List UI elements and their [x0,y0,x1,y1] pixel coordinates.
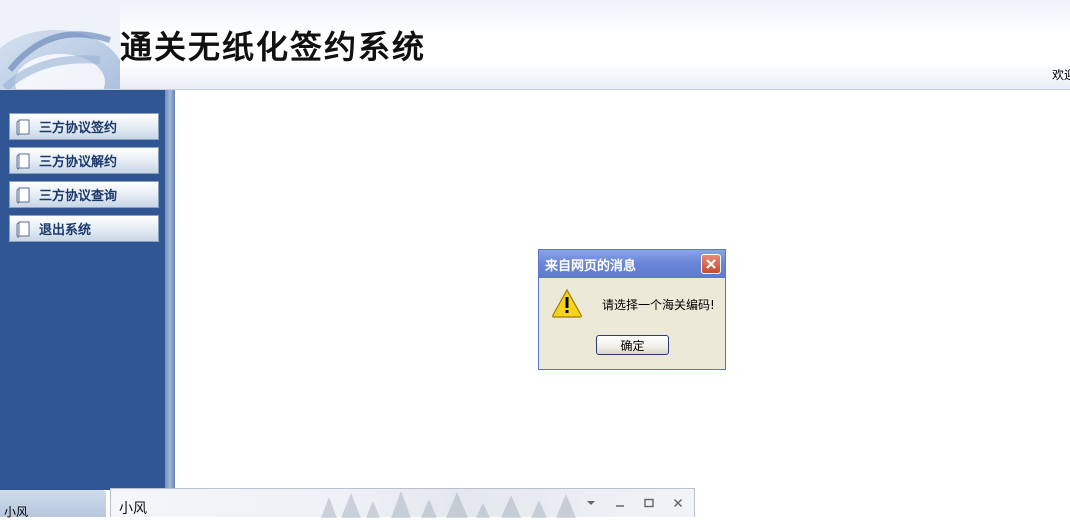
sidebar-item-label: 三方协议解约 [39,155,118,170]
sidebar-item-label: 退出系统 [39,223,92,238]
scroll-icon [16,187,30,203]
alert-dialog: 来自网页的消息 请选择一个海关编码! 确定 [538,249,726,370]
chevron-down-icon [587,501,595,505]
sidebar-item-cancel[interactable]: 三方协议解约 [9,147,159,174]
header-logo-art [0,0,120,89]
dialog-message: 请选择一个海关编码! [602,298,715,312]
taskbar-tab-label: 小风 [4,505,29,519]
close-icon [673,498,683,508]
sidebar-item-query[interactable]: 三方协议查询 [9,181,159,208]
chat-window-title: 小风 [119,501,147,517]
sidebar-item-label: 三方协议签约 [39,121,118,136]
sidebar-item-logout[interactable]: 退出系统 [9,215,159,242]
maximize-button[interactable] [640,495,658,511]
sidebar-item-sign[interactable]: 三方协议签约 [9,113,159,140]
dialog-title: 来自网页的消息 [545,258,637,274]
app-header: 通关无纸化签约系统 欢迎 [0,0,1070,90]
minimize-icon [616,505,624,507]
close-icon [706,259,716,269]
dropdown-button[interactable] [582,495,600,511]
sidebar-item-label: 三方协议查询 [39,189,118,204]
dialog-body: 请选择一个海关编码! 确定 [539,278,725,369]
taskbar-tab[interactable]: 小风 [0,490,106,519]
snow-trees-background [321,491,576,518]
chat-window-titlebar[interactable]: 小风 [110,488,695,518]
close-button[interactable] [669,495,687,511]
welcome-text: 欢迎 [1052,68,1070,82]
warning-icon [552,288,582,318]
page-title: 通关无纸化签约系统 [120,28,427,66]
maximize-icon [644,498,654,508]
minimize-button[interactable] [611,495,629,511]
dialog-titlebar[interactable]: 来自网页的消息 [539,250,725,278]
scroll-icon [16,119,30,135]
scroll-icon [16,221,30,237]
scroll-icon [16,153,30,169]
close-button[interactable] [701,254,721,274]
sidebar-divider [165,90,175,490]
ok-button[interactable]: 确定 [596,335,669,355]
